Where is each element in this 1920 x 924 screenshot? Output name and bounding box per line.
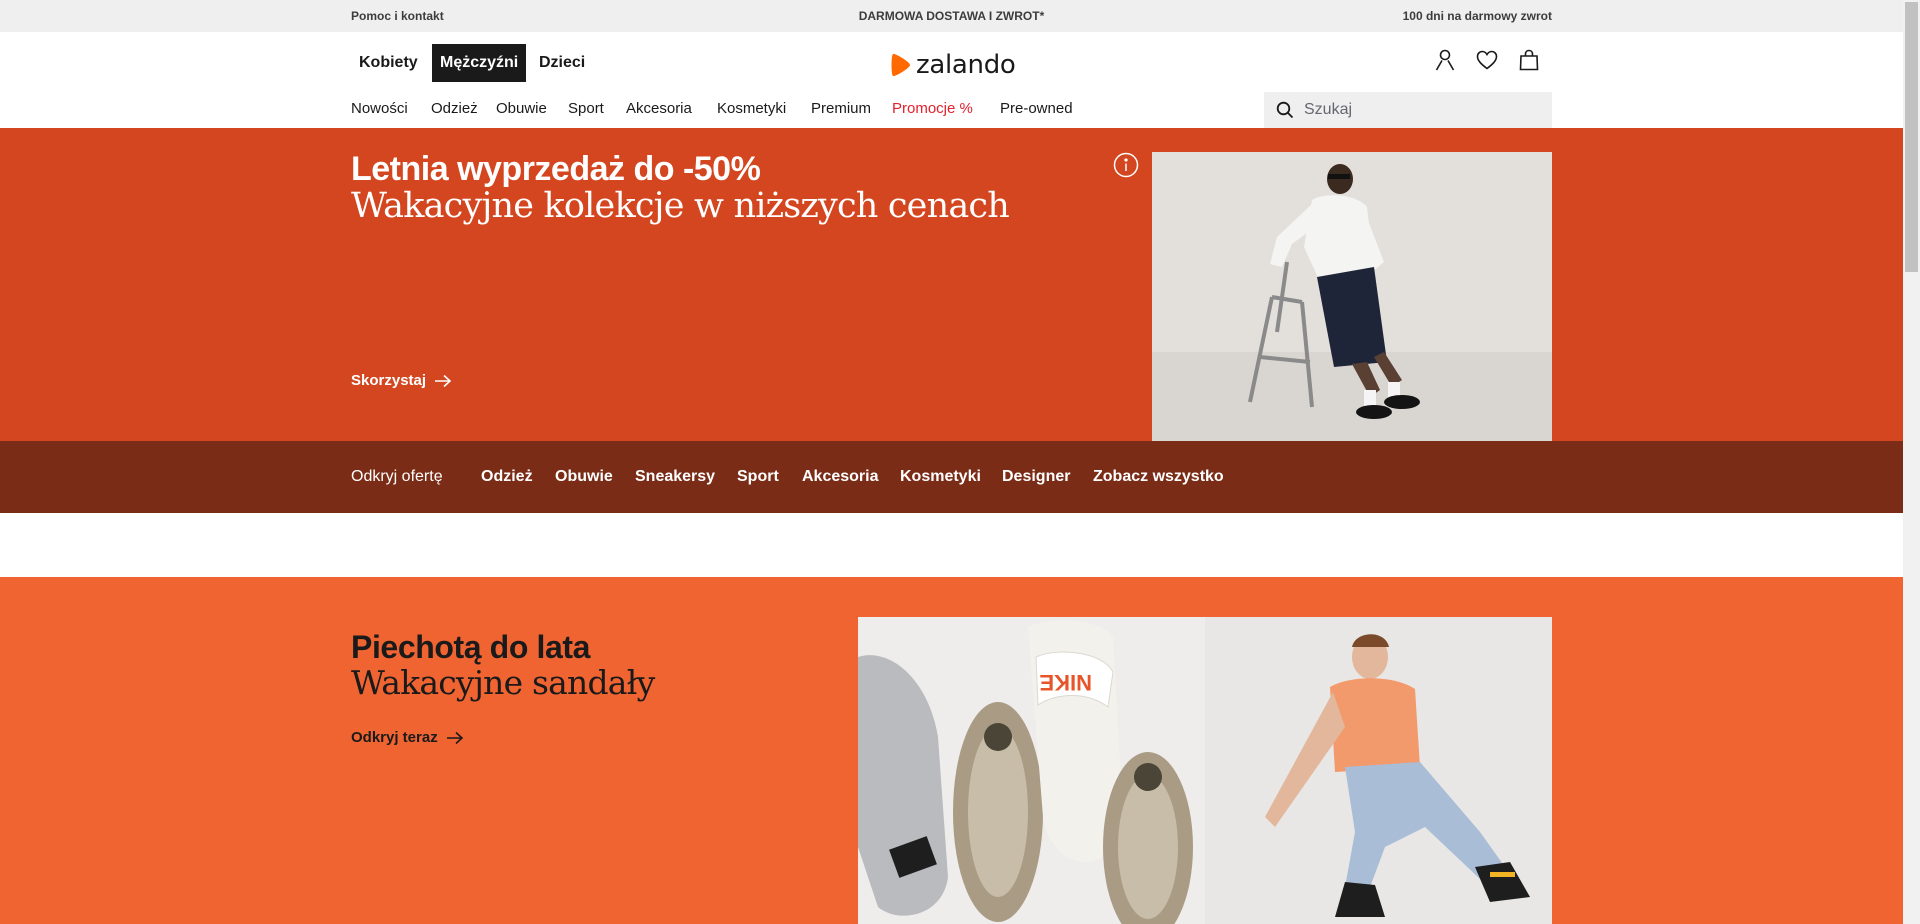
hero-banner: Letnia wyprzedaż do -50% Wakacyjne kolek… bbox=[0, 128, 1903, 441]
hero-cta-button[interactable]: Skorzystaj bbox=[351, 372, 452, 389]
category-link-pre-owned[interactable]: Pre-owned bbox=[1000, 100, 1073, 117]
gender-tab-kids[interactable]: Dzieci bbox=[531, 44, 593, 82]
promo-cta-button[interactable]: Odkryj teraz bbox=[351, 729, 464, 746]
heart-icon[interactable] bbox=[1473, 46, 1501, 74]
discover-link-clothing[interactable]: Odzież bbox=[481, 441, 533, 513]
sandals-product-image[interactable]: NIKE bbox=[858, 617, 1205, 924]
logo-wordmark: zalando bbox=[916, 50, 1016, 80]
promo-cta-label: Odkryj teraz bbox=[351, 729, 438, 746]
arrow-right-icon bbox=[446, 731, 463, 744]
discover-link-accessories[interactable]: Akcesoria bbox=[802, 441, 879, 513]
hero-model-image[interactable] bbox=[1152, 152, 1552, 441]
scrollbar-thumb[interactable] bbox=[1905, 2, 1918, 272]
search-input[interactable] bbox=[1304, 101, 1534, 119]
discover-offer-bar: Odkryj ofertę Odzież Obuwie Sneakersy Sp… bbox=[0, 441, 1903, 513]
discover-label: Odkryj ofertę bbox=[351, 468, 443, 485]
category-link-accessories[interactable]: Akcesoria bbox=[626, 100, 692, 117]
promo-subtitle: Wakacyjne sandały bbox=[351, 663, 655, 702]
free-shipping-banner[interactable]: DARMOWA DOSTAWA I ZWROT* bbox=[0, 0, 1903, 32]
user-icon[interactable] bbox=[1431, 46, 1459, 74]
utility-bar: Pomoc i kontakt DARMOWA DOSTAWA I ZWROT*… bbox=[0, 0, 1903, 32]
arrow-right-icon bbox=[435, 374, 452, 387]
discover-link-designer[interactable]: Designer bbox=[1002, 441, 1070, 513]
hero-subtitle: Wakacyjne kolekcje w niższych cenach bbox=[351, 186, 1010, 226]
sandals-promo-section: Piechotą do lata Wakacyjne sandały Odkry… bbox=[0, 577, 1903, 924]
discover-link-sneakers[interactable]: Sneakersy bbox=[635, 441, 715, 513]
category-link-promotions[interactable]: Promocje % bbox=[892, 100, 973, 117]
discover-link-sport[interactable]: Sport bbox=[737, 441, 779, 513]
zalando-logo-mark bbox=[891, 53, 910, 77]
category-link-sport[interactable]: Sport bbox=[568, 100, 604, 117]
search-icon bbox=[1276, 101, 1294, 119]
bag-icon[interactable] bbox=[1515, 46, 1543, 74]
svg-text:NIKE: NIKE bbox=[1039, 670, 1092, 695]
site-header: Kobiety Mężczyźni Dzieci zalando Nowości… bbox=[0, 32, 1903, 128]
info-icon[interactable] bbox=[1113, 152, 1139, 178]
category-link-shoes[interactable]: Obuwie bbox=[496, 100, 547, 117]
discover-link-see-all[interactable]: Zobacz wszystko bbox=[1093, 441, 1224, 513]
promo-title: Piechotą do lata bbox=[351, 629, 590, 665]
discover-link-cosmetics[interactable]: Kosmetyki bbox=[900, 441, 981, 513]
hero-title: Letnia wyprzedaż do -50% bbox=[351, 150, 761, 188]
gender-tab-men[interactable]: Mężczyźni bbox=[432, 44, 527, 82]
page-scrollbar[interactable] bbox=[1903, 0, 1920, 924]
discover-link-shoes[interactable]: Obuwie bbox=[555, 441, 613, 513]
category-link-premium[interactable]: Premium bbox=[811, 100, 871, 117]
gender-tab-women[interactable]: Kobiety bbox=[351, 44, 426, 82]
category-link-clothing[interactable]: Odzież bbox=[431, 100, 478, 117]
zalando-logo[interactable]: zalando bbox=[890, 50, 1016, 80]
hero-cta-label: Skorzystaj bbox=[351, 372, 427, 389]
sandals-model-image[interactable] bbox=[1205, 617, 1552, 924]
search-box[interactable] bbox=[1264, 92, 1552, 128]
category-link-cosmetics[interactable]: Kosmetyki bbox=[717, 100, 786, 117]
free-returns-link[interactable]: 100 dni na darmowy zwrot bbox=[1403, 0, 1552, 32]
category-link-new[interactable]: Nowości bbox=[351, 100, 408, 117]
